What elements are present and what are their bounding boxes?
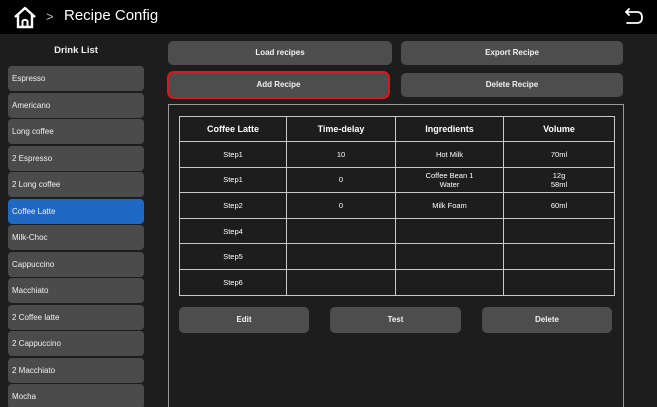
ingredient-line: Milk Foam [432, 200, 467, 210]
volume-line: 70ml [550, 149, 568, 159]
ingredients-cell [395, 217, 504, 245]
back-icon[interactable] [623, 6, 645, 28]
table-row[interactable]: Step5 [179, 243, 615, 270]
column-header: Coffee Latte [179, 116, 287, 142]
table-row[interactable]: Step1 10 Hot Milk 70ml [179, 141, 615, 168]
time-delay-cell: 0 [286, 166, 396, 194]
step-cell: Step2 [179, 192, 287, 219]
step-cell: Step4 [179, 217, 287, 245]
time-delay-cell: 0 [286, 192, 396, 219]
load-recipes-button[interactable]: Load recipes [168, 41, 392, 65]
sidebar-item[interactable]: 2 Long coffee [8, 172, 144, 197]
table-row[interactable]: Step2 0 Milk Foam 60ml [179, 192, 615, 219]
sidebar-item[interactable]: Mocha [8, 384, 144, 407]
page-title: Recipe Config [64, 7, 159, 24]
sidebar-item[interactable]: Long coffee [8, 119, 144, 144]
ingredients-cell [395, 243, 504, 270]
add-recipe-button[interactable]: Add Recipe [167, 71, 390, 99]
column-header: Time-delay [286, 116, 396, 142]
volume-cell [503, 243, 615, 270]
sidebar-item[interactable]: Cappuccino [8, 251, 144, 277]
volume-cell: 60ml [503, 192, 615, 219]
time-delay-cell [286, 243, 396, 270]
sidebar-item[interactable]: 2 Coffee latte [8, 304, 144, 330]
sidebar-item[interactable]: 2 Macchiato [8, 357, 144, 383]
table-row[interactable]: Step1 0 Coffee Bean 1 Water 12g 58ml [179, 166, 615, 194]
time-delay-cell [286, 217, 396, 245]
ingredients-cell: Hot Milk [395, 141, 504, 168]
sidebar-item[interactable]: Coffee Latte [8, 198, 144, 224]
sidebar-item[interactable]: Espresso [8, 66, 144, 91]
step-cell: Step1 [179, 166, 287, 194]
column-header: Ingredients [395, 116, 504, 142]
volume-cell: 70ml [503, 141, 615, 168]
ingredients-cell [395, 268, 504, 296]
ingredients-cell: Milk Foam [395, 192, 504, 219]
sidebar-item[interactable]: Americano [8, 92, 144, 118]
breadcrumb-separator: > [46, 9, 54, 24]
edit-button[interactable]: Edit [179, 307, 309, 333]
ingredients-cell: Coffee Bean 1 Water [395, 166, 504, 194]
step-cell: Step6 [179, 268, 287, 296]
sidebar-item[interactable]: 2 Espresso [8, 145, 144, 171]
volume-line: 12g [552, 170, 566, 180]
column-header: Volume [503, 116, 615, 142]
volume-cell [503, 268, 615, 296]
drink-list-title: Drink List [54, 45, 98, 56]
volume-cell [503, 217, 615, 245]
ingredient-line: Coffee Bean 1 [425, 170, 474, 180]
drink-list: Drink List Espresso Americano Long coffee 2… [8, 42, 144, 407]
delete-button[interactable]: Delete [482, 307, 612, 333]
time-delay-cell: 10 [286, 141, 396, 168]
ingredient-line: Hot Milk [435, 149, 464, 159]
step-cell: Step1 [179, 141, 287, 168]
recipe-table: Coffee Latte Time-delay Ingredients Volume … [179, 116, 615, 296]
step-cell: Step5 [179, 243, 287, 270]
sidebar-item[interactable]: Macchiato [8, 278, 144, 303]
export-recipe-button[interactable]: Export Recipe [401, 41, 623, 65]
sidebar-item[interactable]: 2 Cappuccino [8, 331, 144, 356]
table-header-row: Coffee Latte Time-delay Ingredients Volume [179, 116, 615, 142]
time-delay-cell [286, 268, 396, 296]
volume-line: 58ml [550, 179, 568, 189]
table-row[interactable]: Step6 [179, 268, 615, 296]
table-row[interactable]: Step4 [179, 217, 615, 245]
volume-cell: 12g 58ml [503, 166, 615, 194]
test-button[interactable]: Test [330, 307, 461, 333]
top-bar: > Recipe Config [0, 0, 657, 34]
sidebar-item[interactable]: Milk-Choc [8, 225, 144, 250]
home-icon[interactable] [12, 4, 38, 30]
delete-recipe-button[interactable]: Delete Recipe [401, 73, 623, 97]
ingredient-line: Water [439, 179, 460, 189]
volume-line: 60ml [550, 200, 568, 210]
